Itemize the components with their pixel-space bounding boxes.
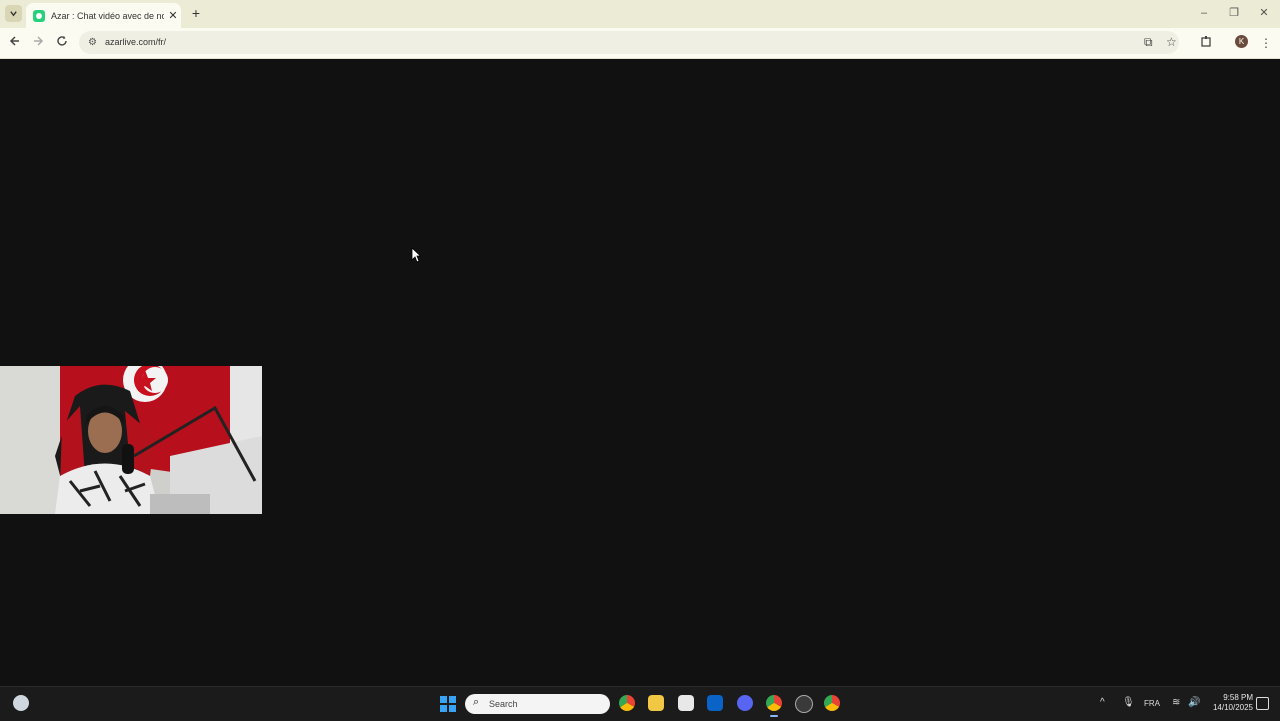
reload-icon[interactable] <box>52 33 72 53</box>
forward-icon[interactable] <box>28 33 48 53</box>
window-close-icon[interactable]: ✕ <box>1254 5 1274 21</box>
windows-taskbar: ⌕ Search ^ 🎙 FRA ≋ 🔊 9:58 PM 14/10/2025 <box>0 686 1280 721</box>
browser-titlebar: Azar : Chat vidéo avec de nouv ✕ + – ❐ ✕ <box>0 0 1280 28</box>
chevron-up-icon[interactable]: ^ <box>1100 697 1105 708</box>
folder-icon[interactable] <box>648 695 664 711</box>
browser-toolbar: ⚙ azarlive.com/fr/ ⧉ ☆ ⋮ <box>0 28 1280 59</box>
plus-icon[interactable]: + <box>188 5 204 21</box>
widgets-icon[interactable] <box>13 695 29 711</box>
star-icon[interactable]: ☆ <box>1166 35 1177 49</box>
clock-date: 14/10/2025 <box>1212 703 1253 712</box>
azar-favicon-icon <box>33 9 45 22</box>
chrome-profile-icon[interactable] <box>824 695 840 711</box>
volume-icon[interactable]: 🔊 <box>1188 697 1200 708</box>
close-icon[interactable]: ✕ <box>167 9 179 22</box>
store-icon[interactable] <box>678 695 694 711</box>
tab-title: Azar : Chat vidéo avec de nouv <box>51 10 164 21</box>
menu-dots-icon[interactable]: ⋮ <box>1256 33 1276 53</box>
outlook-icon[interactable] <box>707 695 723 711</box>
language-indicator[interactable]: FRA <box>1144 699 1160 708</box>
minimize-icon[interactable]: – <box>1194 5 1214 21</box>
mouse-cursor-icon <box>411 247 422 268</box>
self-video-preview <box>0 366 262 514</box>
wifi-icon[interactable]: ≋ <box>1172 697 1180 708</box>
microphone-icon[interactable]: 🎙 <box>1122 697 1135 708</box>
steam-icon[interactable] <box>795 695 813 713</box>
search-icon: ⌕ <box>473 696 480 708</box>
site-info-icon[interactable]: ⚙ <box>88 37 97 48</box>
notification-icon[interactable] <box>1256 697 1269 710</box>
back-icon[interactable] <box>5 33 25 53</box>
taskbar-clock[interactable]: 9:58 PM 14/10/2025 <box>1205 693 1253 713</box>
tab-search-icon[interactable] <box>5 5 22 22</box>
address-bar[interactable]: ⚙ azarlive.com/fr/ ⧉ ☆ <box>79 31 1179 54</box>
clock-time: 9:58 PM <box>1223 693 1253 702</box>
windows-start-icon[interactable] <box>440 696 456 712</box>
camera-feed-image <box>0 366 262 514</box>
extensions-icon[interactable] <box>1196 33 1216 53</box>
browser-tab-active[interactable]: Azar : Chat vidéo avec de nouv ✕ <box>26 3 181 28</box>
install-app-icon[interactable]: ⧉ <box>1144 35 1153 50</box>
profile-avatar[interactable]: K <box>1235 35 1248 48</box>
search-placeholder: Search <box>489 699 518 709</box>
discord-icon[interactable] <box>737 695 753 711</box>
chrome-icon[interactable] <box>619 695 635 711</box>
chrome-active-icon[interactable] <box>766 695 782 717</box>
restore-icon[interactable]: ❐ <box>1224 5 1244 21</box>
url-text[interactable]: azarlive.com/fr/ <box>105 37 166 47</box>
taskbar-search-input[interactable]: ⌕ Search <box>465 694 610 714</box>
